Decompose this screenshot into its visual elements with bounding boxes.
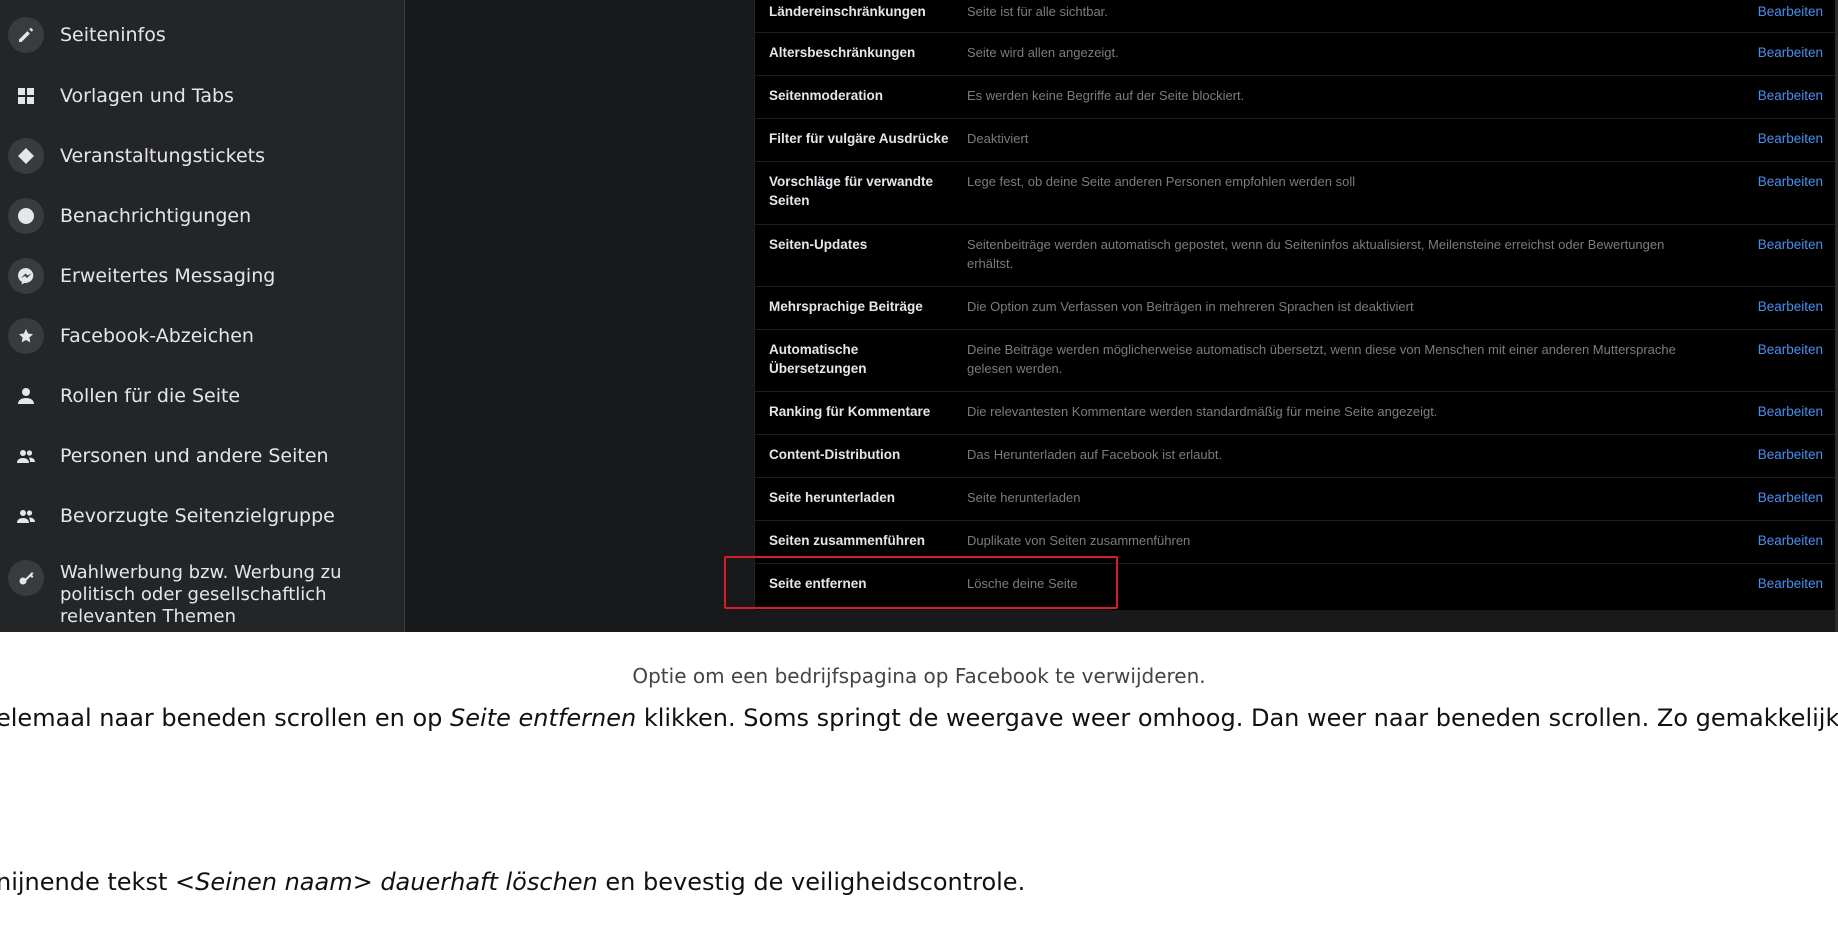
edit-link[interactable]: Bearbeiten — [1758, 402, 1823, 421]
table-row: Altersbeschränkungen Seite wird allen an… — [755, 33, 1835, 76]
setting-label: Altersbeschränkungen — [769, 45, 916, 60]
sidebar-item-rollen[interactable]: Rollen für die Seite — [0, 366, 404, 426]
ticket-icon — [8, 138, 44, 174]
sidebar-item-tickets[interactable]: Veranstaltungstickets — [0, 126, 404, 186]
setting-label: Mehrsprachige Beiträge — [769, 299, 923, 314]
setting-label: Automatische Übersetzungen — [769, 342, 867, 376]
people-icon — [8, 498, 44, 534]
table-row: Mehrsprachige Beiträge Die Option zum Ve… — [755, 287, 1835, 330]
article-paragraph: elemaal naar beneden scrollen en op Seit… — [0, 704, 1838, 732]
grid-icon — [8, 78, 44, 114]
sidebar-item-label: Facebook-Abzeichen — [60, 325, 254, 347]
setting-value: Deaktiviert — [967, 131, 1029, 146]
setting-value: Seite herunterladen — [967, 490, 1081, 505]
edit-link[interactable]: Bearbeiten — [1758, 86, 1823, 105]
key-icon — [8, 560, 44, 596]
edit-link[interactable]: Bearbeiten — [1758, 43, 1823, 62]
table-row: Automatische Übersetzungen Deine Beiträg… — [755, 330, 1835, 392]
edit-link[interactable]: Bearbeiten — [1758, 574, 1823, 593]
setting-label: Seitenmoderation — [769, 88, 884, 103]
setting-value: Duplikate von Seiten zusammenführen — [967, 533, 1191, 548]
paragraph-text: klikken. Soms springt de weergave weer o… — [636, 704, 1838, 732]
setting-value: Seite wird allen angezeigt. — [967, 45, 1119, 60]
table-row: Seitenmoderation Es werden keine Begriff… — [755, 76, 1835, 119]
setting-value: Es werden keine Begriffe auf der Seite b… — [967, 88, 1245, 103]
setting-label: Seite herunterladen — [769, 490, 896, 505]
setting-value: Die relevantesten Kommentare werden stan… — [967, 404, 1438, 419]
sidebar-item-label: Personen und andere Seiten — [60, 445, 329, 467]
globe-icon — [8, 198, 44, 234]
sidebar-item-zielgruppe[interactable]: Bevorzugte Seitenzielgruppe — [0, 486, 404, 546]
setting-label: Seiten zusammenführen — [769, 533, 926, 548]
table-row: Filter für vulgäre Ausdrücke Deaktiviert… — [755, 119, 1835, 162]
setting-value: Deine Beiträge werden möglicherweise aut… — [967, 342, 1676, 376]
figure-caption: Optie om een bedrijfspagina op Facebook … — [632, 664, 1206, 688]
sidebar-item-abzeichen[interactable]: Facebook-Abzeichen — [0, 306, 404, 366]
edit-link[interactable]: Bearbeiten — [1758, 488, 1823, 507]
edit-link[interactable]: Bearbeiten — [1758, 129, 1823, 148]
table-row: Ländereinschränkungen Seite ist für alle… — [755, 0, 1835, 33]
sidebar-item-label: Veranstaltungstickets — [60, 145, 266, 167]
people-icon — [8, 438, 44, 474]
edit-link[interactable]: Bearbeiten — [1758, 340, 1823, 359]
setting-value: Das Herunterladen auf Facebook ist erlau… — [967, 447, 1223, 462]
article-paragraph: nijnende tekst <Seinen naam> dauerhaft l… — [0, 868, 1025, 896]
table-row: Vorschläge für verwandte Seiten Lege fes… — [755, 162, 1835, 225]
screenshot: Seiteninfos Vorlagen und Tabs Veranstalt… — [0, 0, 1838, 632]
setting-label: Seiten-Updates — [769, 237, 868, 252]
paragraph-text: en bevestig de veiligheidscontrole. — [597, 868, 1026, 896]
setting-label: Vorschläge für verwandte Seiten — [769, 174, 934, 208]
setting-label: Content-Distribution — [769, 447, 901, 462]
pencil-icon — [8, 17, 44, 53]
setting-value: Seite ist für alle sichtbar. — [967, 4, 1108, 19]
settings-sidebar: Seiteninfos Vorlagen und Tabs Veranstalt… — [0, 0, 405, 632]
content-spacer — [405, 0, 754, 632]
setting-label: Filter für vulgäre Ausdrücke — [769, 131, 949, 146]
paragraph-text: nijnende tekst — [0, 868, 175, 896]
setting-value: Lege fest, ob deine Seite anderen Person… — [967, 174, 1356, 189]
edit-link[interactable]: Bearbeiten — [1758, 297, 1823, 316]
edit-link[interactable]: Bearbeiten — [1758, 2, 1823, 21]
table-row: Seite herunterladen Seite herunterladen … — [755, 478, 1835, 521]
messenger-icon — [8, 258, 44, 294]
setting-value: Seitenbeiträge werden automatisch gepost… — [967, 237, 1665, 271]
setting-value: Die Option zum Verfassen von Beiträgen i… — [967, 299, 1414, 314]
sidebar-item-label: Vorlagen und Tabs — [60, 85, 234, 107]
table-row: Seiten-Updates Seitenbeiträge werden aut… — [755, 225, 1835, 287]
sidebar-item-messaging[interactable]: Erweitertes Messaging — [0, 246, 404, 306]
star-badge-icon — [8, 318, 44, 354]
table-row: Ranking für Kommentare Die relevantesten… — [755, 392, 1835, 435]
sidebar-item-personen[interactable]: Personen und andere Seiten — [0, 426, 404, 486]
general-settings-table: Ländereinschränkungen Seite ist für alle… — [754, 0, 1835, 610]
sidebar-item-label: Bevorzugte Seitenzielgruppe — [60, 505, 335, 527]
emphasis-text: Seite entfernen — [450, 704, 637, 732]
sidebar-item-label: Rollen für die Seite — [60, 385, 241, 407]
sidebar-item-label: Seiteninfos — [60, 24, 166, 46]
edit-link[interactable]: Bearbeiten — [1758, 172, 1823, 191]
sidebar-item-seiteninfos[interactable]: Seiteninfos — [0, 5, 404, 65]
edit-link[interactable]: Bearbeiten — [1758, 531, 1823, 550]
sidebar-item-label: Wahlwerbung bzw. Werbung zu politisch od… — [60, 562, 342, 627]
edit-link[interactable]: Bearbeiten — [1758, 445, 1823, 464]
sidebar-item-label: Benachrichtigungen — [60, 205, 252, 227]
highlight-box — [724, 556, 1118, 609]
edit-link[interactable]: Bearbeiten — [1758, 235, 1823, 254]
person-icon — [8, 378, 44, 414]
paragraph-text: elemaal naar beneden scrollen en op — [0, 704, 451, 732]
sidebar-item-label: Erweitertes Messaging — [60, 265, 276, 287]
table-row: Content-Distribution Das Herunterladen a… — [755, 435, 1835, 478]
setting-label: Ranking für Kommentare — [769, 404, 931, 419]
sidebar-item-benachrichtigungen[interactable]: Benachrichtigungen — [0, 186, 404, 246]
sidebar-item-vorlagen[interactable]: Vorlagen und Tabs — [0, 66, 404, 126]
setting-label: Ländereinschränkungen — [769, 4, 926, 19]
sidebar-item-wahlwerbung[interactable]: Wahlwerbung bzw. Werbung zu politisch od… — [0, 556, 404, 632]
emphasis-text: <Seinen naam> dauerhaft löschen — [174, 868, 598, 896]
